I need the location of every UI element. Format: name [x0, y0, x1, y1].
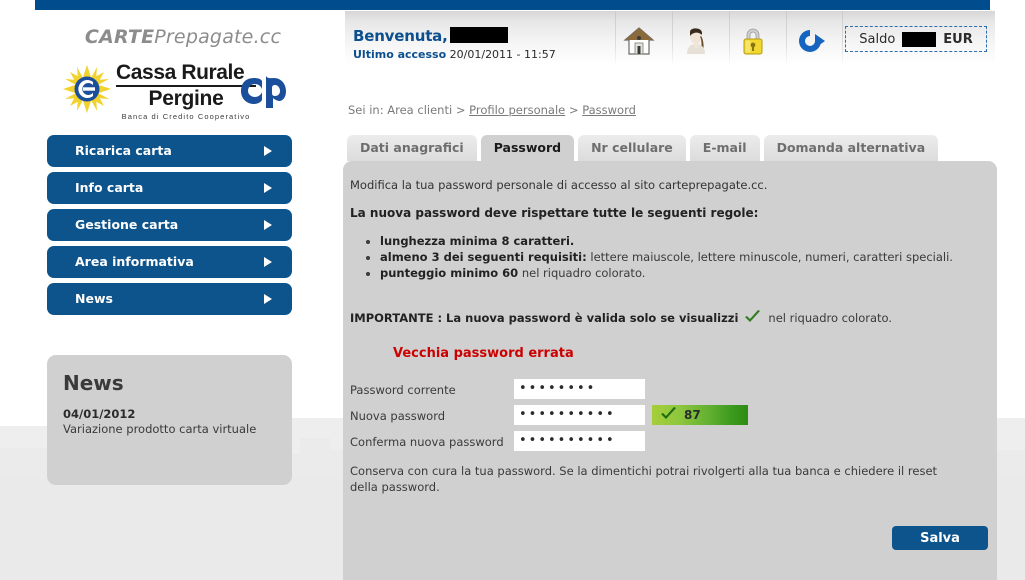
tab-email[interactable]: E-mail [689, 135, 760, 161]
balance-box: Saldo EUR [845, 26, 987, 52]
balance-label: Saldo [859, 31, 896, 47]
redacted-username [449, 27, 508, 43]
bank-name-line2: Pergine [148, 87, 224, 110]
user-profile-icon[interactable] [679, 24, 713, 58]
rule-bold: lunghezza minima 8 caratteri. [380, 234, 575, 248]
sidebar-nav: Ricarica carta Info carta Gestione carta… [47, 135, 292, 320]
welcome-greeting: Benvenuta, [353, 27, 508, 45]
error-message: Vecchia password errata [393, 346, 574, 361]
news-item-date: 04/01/2012 [63, 407, 136, 421]
tab-nr-cellulare[interactable]: Nr cellulare [578, 135, 686, 161]
rule-bold: almeno 3 dei seguenti requisiti: [380, 250, 587, 264]
last-access-info: Ultimo accesso 20/01/2011 - 11:57 [353, 48, 556, 61]
site-brand-name: CARTEPrepagate.cc [48, 26, 318, 48]
important-prefix: IMPORTANTE : La nuova password è valida … [350, 310, 739, 325]
bank-name-line3: Banca di Credito Cooperativo [121, 112, 251, 121]
breadcrumb-separator: > [568, 103, 579, 117]
last-access-value: 20/01/2011 - 11:57 [449, 48, 556, 61]
tab-bar: Dati anagrafici Password Nr cellulare E-… [347, 135, 942, 161]
save-button[interactable]: Salva [892, 526, 988, 550]
sidebar-item-label: Area informativa [75, 254, 194, 269]
rule-item: lunghezza minima 8 caratteri. [380, 233, 1000, 249]
field-label: Password corrente [350, 383, 456, 397]
sidebar-item-label: Gestione carta [75, 217, 179, 232]
rule-item: punteggio minimo 60 nel riquadro colorat… [380, 265, 1000, 281]
password-strength-score: 87 [684, 408, 701, 422]
tab-label: Domanda alternativa [776, 140, 926, 155]
password-rules-list: lunghezza minima 8 caratteri. almeno 3 d… [350, 233, 1000, 281]
tab-label: E-mail [702, 140, 747, 155]
breadcrumb-item-area-clienti: Area clienti [387, 103, 453, 117]
field-label: Conferma nuova password [350, 435, 504, 449]
content-panel: Modifica la tua password personale di ac… [343, 161, 997, 580]
chevron-right-icon [264, 220, 272, 230]
sunburst-emblem-icon [63, 65, 111, 113]
tab-label: Password [493, 140, 562, 155]
current-password-input[interactable] [514, 379, 645, 399]
sidebar-item-gestione-carta[interactable]: Gestione carta [47, 209, 292, 241]
home-icon[interactable] [622, 24, 656, 58]
rule-rest: lettere maiuscole, lettere minuscole, nu… [586, 250, 953, 264]
redacted-balance-value [902, 31, 937, 47]
breadcrumb-item-profilo-personale[interactable]: Profilo personale [469, 103, 565, 117]
sidebar-item-news[interactable]: News [47, 283, 292, 315]
field-row-conferma-password: Conferma nuova password [350, 431, 990, 457]
page-root: CARTEPrepagate.cc Cassa Rurale Pergine B… [0, 0, 1025, 580]
rule-bold: punteggio minimo 60 [380, 266, 519, 280]
field-row-nuova-password: Nuova password 87 [350, 405, 990, 431]
field-label: Nuova password [350, 409, 446, 423]
last-access-label: Ultimo accesso [353, 48, 447, 61]
field-row-password-corrente: Password corrente [350, 379, 990, 405]
site-brand-part1: CARTE [84, 26, 155, 48]
tab-domanda-alternativa[interactable]: Domanda alternativa [763, 135, 939, 161]
sidebar-item-ricarica-carta[interactable]: Ricarica carta [47, 135, 292, 167]
confirm-password-input[interactable] [514, 431, 645, 451]
password-form: Password corrente Nuova password 87 Conf… [350, 379, 990, 457]
padlock-icon[interactable] [736, 24, 770, 58]
check-mark-icon [745, 310, 761, 322]
check-mark-icon [661, 407, 676, 419]
rules-heading: La nuova password deve rispettare tutte … [350, 206, 759, 220]
balance-currency: EUR [943, 31, 973, 47]
bank-logo[interactable]: Cassa Rurale Pergine Banca di Credito Co… [62, 62, 312, 124]
password-strength-meter: 87 [652, 405, 748, 425]
important-suffix: nel riquadro colorato. [768, 310, 893, 325]
tab-password[interactable]: Password [480, 135, 575, 161]
footer-note: Conserva con cura la tua password. Se la… [350, 464, 938, 494]
bcc-cp-logo-icon [241, 76, 286, 108]
breadcrumb: Sei in: Area clienti > Profilo personale… [348, 103, 636, 117]
tab-dati-anagrafici[interactable]: Dati anagrafici [347, 135, 477, 161]
breadcrumb-item-password[interactable]: Password [582, 103, 636, 117]
sidebar-item-label: News [75, 291, 113, 306]
news-item-text[interactable]: Variazione prodotto carta virtuale [63, 422, 276, 437]
rule-rest: nel riquadro colorato. [518, 266, 646, 280]
rule-item: almeno 3 dei seguenti requisiti: lettere… [380, 249, 1000, 265]
news-panel-title: News [63, 371, 124, 395]
breadcrumb-separator: > [455, 103, 466, 117]
tab-label: Nr cellulare [591, 140, 673, 155]
sidebar-item-label: Info carta [75, 180, 144, 195]
chevron-right-icon [264, 183, 272, 193]
sidebar-item-label: Ricarica carta [75, 143, 172, 158]
news-panel: News 04/01/2012 Variazione prodotto cart… [47, 355, 292, 485]
chevron-right-icon [264, 294, 272, 304]
intro-text: Modifica la tua password personale di ac… [350, 178, 768, 192]
breadcrumb-prefix: Sei in: [348, 103, 384, 117]
new-password-input[interactable] [514, 405, 645, 425]
site-brand-part2: Prepagate.cc [154, 26, 282, 48]
tab-label: Dati anagrafici [360, 140, 464, 155]
top-blue-bar [35, 0, 990, 10]
welcome-label: Benvenuta, [353, 27, 448, 45]
logout-icon[interactable] [793, 24, 827, 58]
sidebar-item-info-carta[interactable]: Info carta [47, 172, 292, 204]
chevron-right-icon [264, 257, 272, 267]
important-notice: IMPORTANTE : La nuova password è valida … [350, 310, 892, 325]
sidebar-item-area-informativa[interactable]: Area informativa [47, 246, 292, 278]
chevron-right-icon [264, 146, 272, 156]
